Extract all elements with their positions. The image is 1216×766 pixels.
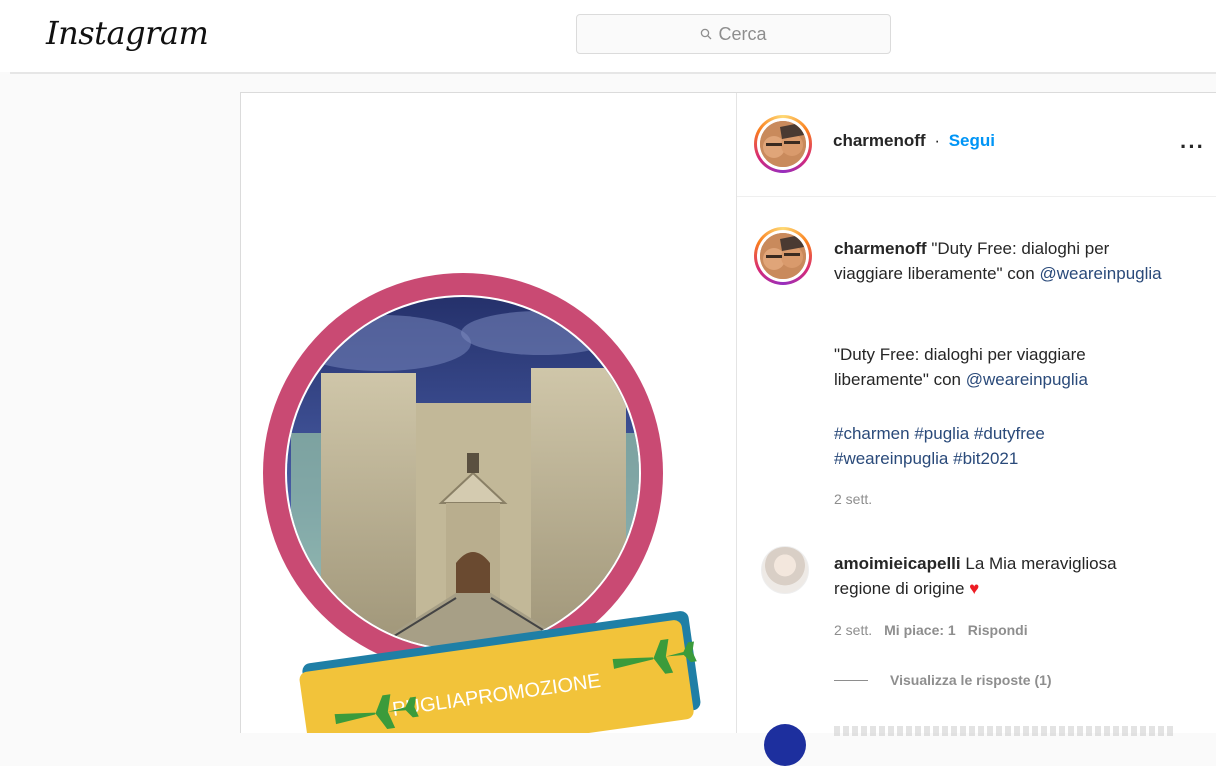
view-replies-label: Visualizza le risposte (1)	[890, 672, 1052, 688]
caption-avatar[interactable]	[754, 227, 812, 285]
separator-dot: ·	[934, 131, 940, 150]
topbar-divider	[10, 72, 1216, 74]
author-photo	[760, 233, 806, 279]
commenter-avatar[interactable]	[761, 546, 809, 594]
top-navigation-bar: Instagram Cerca	[0, 0, 1216, 72]
author-avatar[interactable]	[754, 115, 812, 173]
caption-username[interactable]: charmenoff	[834, 239, 927, 258]
caption-hashtags: #charmen #puglia #dutyfree #weareinpugli…	[834, 421, 1164, 471]
hashtag[interactable]: #bit2021	[953, 449, 1018, 468]
caption: charmenoff "Duty Free: dialoghi per viag…	[834, 236, 1164, 286]
caption-timestamp[interactable]: 2 sett.	[834, 491, 872, 507]
replies-line	[834, 679, 868, 681]
instagram-logo[interactable]: Instagram	[46, 14, 209, 52]
hashtag[interactable]: #puglia	[914, 424, 969, 443]
caption-paragraph-2: "Duty Free: dialoghi per viaggiare liber…	[834, 342, 1164, 392]
caption-mention[interactable]: @weareinpuglia	[1039, 264, 1161, 283]
heart-emoji-icon: ♥	[969, 579, 980, 598]
post-image[interactable]: PUGLIAPROMOZIONE	[241, 93, 736, 733]
comment: amoimieicapelli La Mia meravigliosa regi…	[834, 551, 1174, 601]
view-replies-button[interactable]: Visualizza le risposte (1)	[834, 672, 1052, 688]
header-divider	[737, 196, 1216, 197]
hashtag[interactable]: #weareinpuglia	[834, 449, 948, 468]
search-placeholder: Cerca	[718, 23, 767, 44]
follow-button[interactable]: Segui	[949, 131, 995, 150]
reply-button[interactable]: Rispondi	[968, 622, 1028, 638]
hashtag[interactable]: #charmen	[834, 424, 910, 443]
comment-likes[interactable]: Mi piace: 1	[884, 622, 956, 638]
more-options-icon[interactable]: ···	[1180, 134, 1205, 160]
caption-p2-mention[interactable]: @weareinpuglia	[966, 370, 1088, 389]
author-photo	[760, 121, 806, 167]
comment-username[interactable]: amoimieicapelli	[834, 554, 961, 573]
author-username[interactable]: charmenoff	[833, 131, 926, 150]
post-header-user: charmenoff · Segui	[833, 131, 995, 151]
comment-meta: 2 sett. Mi piace: 1 Rispondi	[834, 622, 1028, 638]
search-input[interactable]: Cerca	[576, 14, 891, 54]
next-comment-placeholder	[834, 726, 1174, 736]
hashtag[interactable]: #dutyfree	[974, 424, 1045, 443]
next-commenter-avatar[interactable]	[764, 724, 806, 766]
comment-time[interactable]: 2 sett.	[834, 622, 872, 638]
castel-del-monte-image: PUGLIAPROMOZIONE	[263, 273, 701, 733]
search-icon	[701, 28, 712, 40]
